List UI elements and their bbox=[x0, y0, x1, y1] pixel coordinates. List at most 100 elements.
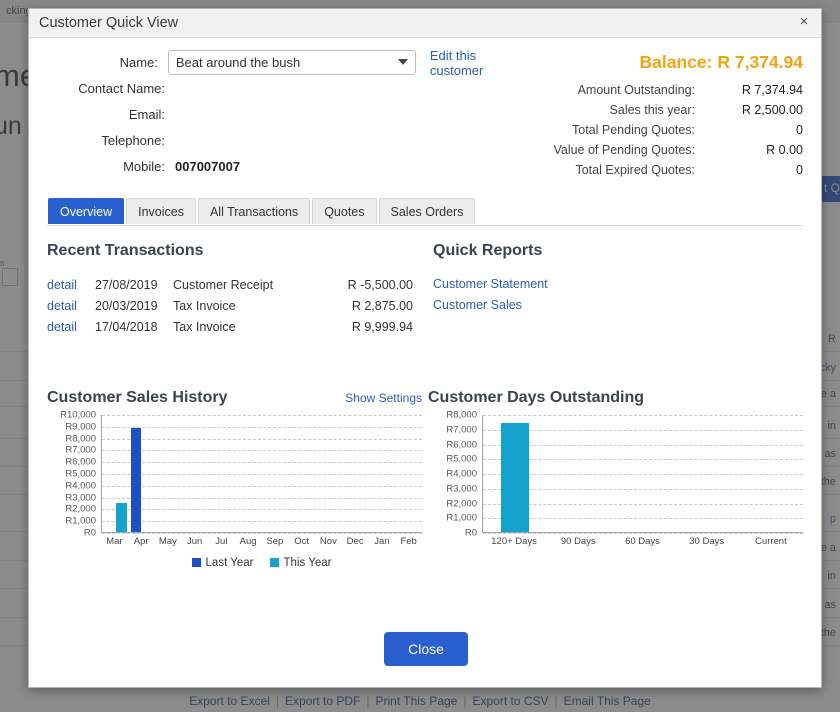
legend-swatch bbox=[191, 558, 201, 567]
y-axis-tick-label: R1,000 bbox=[65, 515, 96, 527]
chart-bar bbox=[130, 428, 142, 532]
y-axis-tick-label: R7,000 bbox=[65, 444, 96, 456]
tab-invoices[interactable]: Invoices bbox=[126, 198, 196, 224]
legend-label: Last Year bbox=[205, 557, 254, 569]
y-axis-tick-label: R5,000 bbox=[65, 468, 96, 480]
sales-history-plot: R0 R1,000 R2,000 R3,000 R4,000 R5,000 R6,000 R7… bbox=[47, 410, 422, 569]
transaction-detail-link[interactable]: detail bbox=[47, 278, 95, 292]
transaction-date: 17/04/2018 bbox=[95, 319, 158, 334]
summary-label-amount-outstanding: Amount Outstanding: bbox=[577, 83, 695, 97]
days-plot-area bbox=[482, 415, 803, 534]
summary-row: Value of Pending Quotes: R 0.00 bbox=[373, 143, 803, 163]
legend-label: This Year bbox=[283, 557, 332, 569]
show-settings-link[interactable]: Show Settings bbox=[345, 391, 422, 405]
y-axis-tick-label: R0 bbox=[83, 527, 96, 539]
gridline bbox=[483, 474, 803, 475]
gridline bbox=[483, 459, 803, 461]
chart-bar bbox=[500, 423, 530, 532]
recent-transactions-title: Recent Transactions bbox=[47, 242, 204, 259]
field-label-email: Email: bbox=[128, 107, 165, 122]
gridline bbox=[102, 450, 422, 452]
days-outstanding-title: Customer Days Outstanding bbox=[428, 389, 645, 406]
close-button[interactable]: Close bbox=[384, 632, 468, 666]
quick-reports-title: Quick Reports bbox=[433, 242, 543, 259]
days-y-axis-labels: R0 R1,000 R2,000 R3,000 R4,000 R5,000 R6,000 R7… bbox=[428, 410, 480, 539]
gridline bbox=[102, 474, 422, 475]
x-axis-tick-label: Sep bbox=[266, 536, 284, 547]
customer-statement-link[interactable]: Customer Statement bbox=[433, 274, 583, 295]
x-axis-tick-label: Oct bbox=[294, 536, 310, 547]
transaction-date: 20/03/2019 bbox=[95, 298, 158, 313]
summary-row: Amount Outstanding: R 7,374.94 bbox=[373, 83, 803, 103]
summary-value-value-of-pending-quotes: R 0.00 bbox=[766, 143, 803, 157]
x-axis-tick-label: Feb bbox=[400, 536, 417, 547]
days-outstanding-header: Customer Days Outstanding bbox=[428, 389, 803, 407]
customer-quick-view-dialog: Customer Quick View × Name: Beat around … bbox=[28, 8, 822, 688]
y-axis-tick-label: R4,000 bbox=[65, 480, 96, 492]
y-axis-tick-label: R3,000 bbox=[65, 492, 96, 504]
y-axis-tick-label: R3,000 bbox=[446, 483, 477, 495]
recent-transactions-panel: Recent Transactions detail 27/08/2019 Cu… bbox=[47, 226, 427, 337]
gridline bbox=[102, 497, 422, 499]
x-axis-tick-label: Nov bbox=[319, 536, 337, 547]
customer-sales-history-chart: Customer Sales History Show Settings R0 R… bbox=[47, 389, 422, 569]
dialog-body: Name: Beat around the bush Edit this cus… bbox=[29, 38, 821, 687]
transaction-amount: R 9,999.94 bbox=[351, 319, 413, 334]
y-axis-tick-label: R8,000 bbox=[446, 409, 477, 421]
transaction-type: Tax Invoice bbox=[173, 298, 236, 313]
x-axis-tick-label: 30 Days bbox=[689, 536, 725, 547]
gridline bbox=[102, 521, 422, 523]
x-axis-tick-label: May bbox=[158, 536, 177, 547]
sales-y-axis-labels: R0 R1,000 R2,000 R3,000 R4,000 R5,000 R6,000 R7… bbox=[47, 410, 99, 539]
y-axis-tick-label: R6,000 bbox=[446, 439, 477, 450]
gridline bbox=[102, 533, 422, 534]
chart-bar bbox=[116, 502, 127, 532]
field-label-name: Name: bbox=[119, 55, 158, 70]
field-value-mobile: 007007007 bbox=[175, 159, 241, 174]
tab-quotes[interactable]: Quotes bbox=[312, 198, 377, 224]
table-row: detail 17/04/2018 Tax Invoice R 9,999.94 bbox=[47, 316, 427, 337]
field-label-mobile: Mobile: bbox=[123, 159, 165, 174]
gridline bbox=[483, 415, 803, 416]
sales-plot-area bbox=[101, 415, 422, 534]
y-axis-tick-label: R10,000 bbox=[60, 409, 96, 421]
summary-value-sales-this-year: R 2,500.00 bbox=[741, 103, 803, 117]
y-axis-tick-label: R8,000 bbox=[65, 433, 96, 445]
balance-value: R 7,374.94 bbox=[717, 52, 803, 72]
legend-item: This Year bbox=[269, 557, 332, 569]
field-label-contact-name: Contact Name: bbox=[78, 81, 165, 96]
summary-row: Total Expired Quotes: 0 bbox=[373, 163, 803, 183]
tab-all-transactions[interactable]: All Transactions bbox=[197, 198, 311, 224]
y-axis-tick-label: R4,000 bbox=[446, 468, 477, 480]
legend-swatch bbox=[269, 558, 279, 567]
recent-transactions-list: detail 27/08/2019 Customer Receipt R -5,… bbox=[47, 274, 427, 337]
x-axis-tick-label: 120+ Days bbox=[491, 536, 537, 547]
transaction-detail-link[interactable]: detail bbox=[47, 320, 95, 334]
gridline bbox=[483, 488, 803, 490]
dialog-header: Customer Quick View × bbox=[29, 9, 821, 38]
gridline bbox=[483, 518, 803, 520]
summary-label-value-of-pending-quotes: Value of Pending Quotes: bbox=[553, 143, 695, 157]
customer-sales-link[interactable]: Customer Sales bbox=[433, 295, 583, 316]
x-axis-tick-label: Mar bbox=[106, 536, 123, 547]
customer-info-section: Name: Beat around the bush Edit this cus… bbox=[47, 48, 803, 192]
gridline bbox=[483, 503, 803, 505]
balance-display: Balance: R 7,374.94 bbox=[373, 52, 803, 73]
charts-section: Customer Sales History Show Settings R0 R… bbox=[47, 389, 803, 569]
table-row: detail 27/08/2019 Customer Receipt R -5,… bbox=[47, 274, 427, 295]
summary-label-total-expired-quotes: Total Expired Quotes: bbox=[575, 163, 695, 177]
gridline bbox=[102, 438, 422, 440]
legend-item: Last Year bbox=[191, 557, 254, 569]
summary-value-total-pending-quotes: 0 bbox=[796, 123, 803, 137]
tab-bar: Overview Invoices All Transactions Quotes Sa… bbox=[47, 198, 803, 226]
transaction-type: Customer Receipt bbox=[173, 277, 274, 292]
x-axis-tick-label: Apr bbox=[133, 536, 149, 547]
gridline bbox=[483, 429, 803, 431]
y-axis-tick-label: R7,000 bbox=[446, 424, 477, 436]
transaction-detail-link[interactable]: detail bbox=[47, 299, 95, 313]
gridline bbox=[483, 444, 803, 446]
tab-sales-orders[interactable]: Sales Orders bbox=[378, 198, 476, 224]
close-icon[interactable]: × bbox=[795, 13, 813, 31]
tab-overview[interactable]: Overview bbox=[48, 198, 125, 224]
customer-summary: Balance: R 7,374.94 Amount Outstanding: … bbox=[373, 52, 803, 183]
